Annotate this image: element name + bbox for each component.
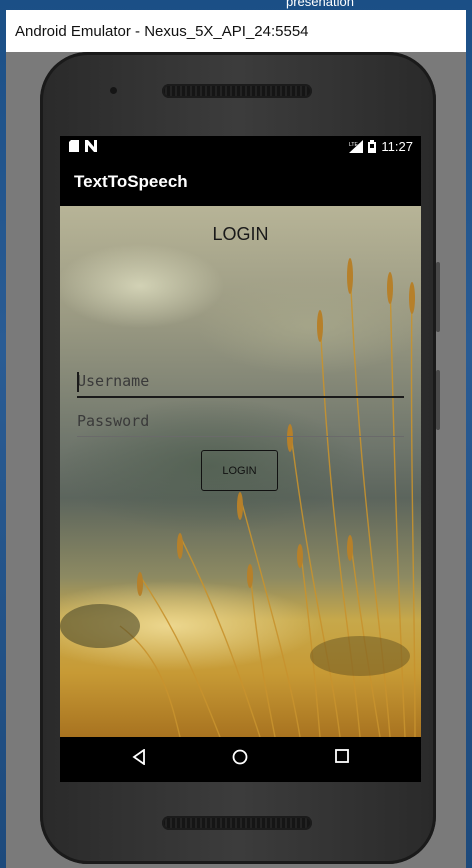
login-screen: LOGIN LOGIN: [60, 206, 421, 737]
sd-card-icon: [69, 140, 79, 152]
emulator-window: Android Emulator - Nexus_5X_API_24:5554 …: [6, 10, 466, 868]
n-notification-icon: [85, 140, 97, 152]
window-titlebar[interactable]: Android Emulator - Nexus_5X_API_24:5554: [6, 10, 466, 52]
volume-button[interactable]: [436, 262, 440, 332]
back-icon[interactable]: [132, 749, 146, 765]
action-bar: TextToSpeech: [60, 158, 421, 206]
app-title: TextToSpeech: [74, 172, 188, 191]
status-time: 11:27: [381, 139, 413, 154]
username-input[interactable]: [77, 366, 404, 398]
password-input[interactable]: [77, 406, 404, 437]
bottom-speaker: [162, 816, 312, 830]
top-speaker: [162, 84, 312, 98]
window-title: Android Emulator - Nexus_5X_API_24:5554: [15, 22, 309, 40]
device-screen: LTE 11:27 TextToSpeech LOGIN Username LO…: [60, 136, 421, 782]
login-heading: LOGIN: [212, 224, 269, 244]
status-bar: LTE 11:27: [60, 136, 421, 158]
login-button[interactable]: LOGIN: [201, 450, 278, 491]
phone-frame: LTE 11:27 TextToSpeech LOGIN Username LO…: [40, 52, 440, 864]
text-cursor: [77, 372, 79, 392]
home-icon[interactable]: [232, 749, 248, 765]
battery-icon: [368, 140, 377, 153]
svg-text:LTE: LTE: [349, 142, 358, 148]
front-camera: [110, 87, 117, 94]
recents-icon[interactable]: [335, 749, 349, 763]
navigation-bar: [60, 737, 421, 782]
power-button[interactable]: [436, 370, 440, 430]
lte-signal-icon: LTE: [349, 140, 364, 153]
desktop-label: presenation: [286, 0, 354, 9]
